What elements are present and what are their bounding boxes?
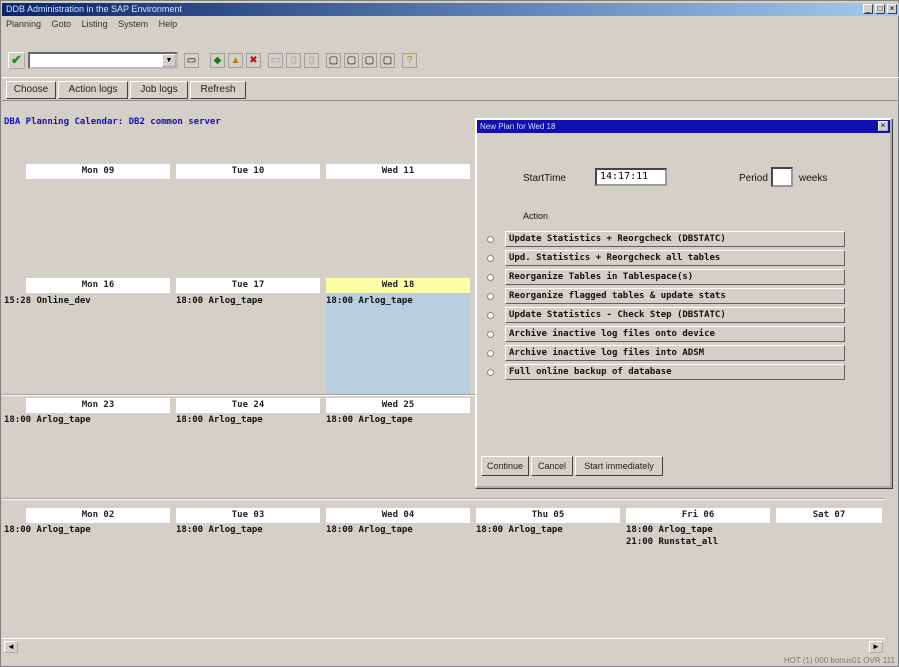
period-input[interactable] — [771, 167, 793, 187]
find-next-icon[interactable]: ▯ — [304, 53, 319, 68]
choose-button[interactable]: Choose — [6, 81, 56, 99]
menu-listing[interactable]: Listing — [82, 19, 108, 29]
action-radio[interactable] — [487, 236, 494, 243]
scroll-left-icon[interactable]: ◄ — [4, 641, 18, 653]
action-option-update-stats-reorgcheck[interactable]: Update Statistics + Reorgcheck (DBSTATC) — [505, 231, 845, 247]
selected-day-area[interactable] — [326, 294, 470, 394]
chevron-down-icon[interactable]: ▼ — [162, 54, 176, 67]
refresh-button[interactable]: Refresh — [190, 81, 246, 99]
day-header-wed-11[interactable]: Wed 11 — [326, 164, 470, 179]
previous-page-icon[interactable]: ▢ — [344, 53, 359, 68]
action-radio[interactable] — [487, 331, 494, 338]
save-icon[interactable]: ▭ — [184, 53, 199, 68]
scroll-right-icon[interactable]: ► — [869, 641, 883, 653]
calendar-entry[interactable]: 21:00 Runstat_all — [626, 536, 718, 548]
print-icon[interactable]: ▭ — [268, 53, 283, 68]
minimize-button[interactable]: _ — [863, 4, 873, 14]
calendar-entry[interactable]: 18:00 Arlog_tape — [176, 295, 263, 307]
day-header-wed-18[interactable]: Wed 18 — [326, 278, 470, 293]
horizontal-scrollbar[interactable]: ◄ ► — [2, 638, 885, 653]
page-title: DBA Planning Calendar: DB2 common server — [4, 117, 221, 127]
day-header-mon-02[interactable]: Mon 02 — [26, 508, 170, 523]
application-toolbar: Choose Action logs Job logs Refresh — [2, 77, 899, 101]
status-bar: HOT (1) 000 bonus01 OVR 111 — [2, 654, 899, 667]
maximize-button[interactable]: □ — [875, 4, 885, 14]
calendar-entry[interactable]: 18:00 Arlog_tape — [176, 414, 263, 426]
title-bar: DDB Administration in the SAP Environmen… — [2, 3, 899, 16]
close-button[interactable]: × — [887, 4, 897, 14]
close-icon[interactable]: × — [878, 121, 888, 131]
day-header-mon-23[interactable]: Mon 23 — [26, 398, 170, 413]
calendar-entry[interactable]: 18:00 Arlog_tape — [176, 524, 263, 536]
action-option-archive-adsm[interactable]: Archive inactive log files into ADSM — [505, 345, 845, 361]
calendar-entry[interactable]: 15:28 Online_dev — [4, 295, 91, 307]
period-unit-label: weeks — [799, 173, 828, 184]
day-header-wed-04[interactable]: Wed 04 — [326, 508, 470, 523]
continue-button[interactable]: Continue — [481, 456, 529, 476]
week-divider — [2, 498, 885, 500]
action-option-archive-device[interactable]: Archive inactive log files onto device — [505, 326, 845, 342]
day-header-sat-07[interactable]: Sat 07 — [776, 508, 882, 523]
last-page-icon[interactable]: ▢ — [380, 53, 395, 68]
day-header-mon-16[interactable]: Mon 16 — [26, 278, 170, 293]
day-header-tue-03[interactable]: Tue 03 — [176, 508, 320, 523]
action-option-reorg-flagged[interactable]: Reorganize flagged tables & update stats — [505, 288, 845, 304]
start-time-label: StartTime — [523, 173, 566, 184]
start-time-input[interactable]: 14:17:11 — [595, 168, 667, 186]
calendar-entry[interactable]: 18:00 Arlog_tape — [326, 295, 413, 307]
dialog-title-bar: New Plan for Wed 18 × — [477, 120, 890, 133]
day-header-thu-05[interactable]: Thu 05 — [476, 508, 620, 523]
command-field[interactable]: ▼ — [28, 52, 178, 69]
calendar-entry[interactable]: 18:00 Arlog_tape — [326, 414, 413, 426]
action-option-update-stats-check-step[interactable]: Update Statistics - Check Step (DBSTATC) — [505, 307, 845, 323]
day-header-fri-06[interactable]: Fri 06 — [626, 508, 770, 523]
job-logs-button[interactable]: Job logs — [130, 81, 188, 99]
menu-system[interactable]: System — [118, 19, 148, 29]
system-info: HOT (1) 000 bonus01 OVR 111 — [783, 656, 895, 665]
calendar-entry[interactable]: 18:00 Arlog_tape — [4, 414, 91, 426]
find-icon[interactable]: ▯ — [286, 53, 301, 68]
action-radio[interactable] — [487, 312, 494, 319]
calendar-entry[interactable]: 18:00 Arlog_tape — [326, 524, 413, 536]
day-header-tue-24[interactable]: Tue 24 — [176, 398, 320, 413]
menu-bar: Planning Goto Listing System Help — [2, 17, 899, 31]
standard-toolbar: ✔ ▼ ▭ ◆ ▲ ✖ ▭ ▯ ▯ ▢ ▢ ▢ ▢ ? — [2, 33, 899, 75]
period-label: Period — [739, 173, 768, 184]
calendar-entry[interactable]: 18:00 Arlog_tape — [4, 524, 91, 536]
cancel-button[interactable]: Cancel — [531, 456, 573, 476]
menu-goto[interactable]: Goto — [52, 19, 72, 29]
start-immediately-button[interactable]: Start immediately — [575, 456, 663, 476]
next-page-icon[interactable]: ▢ — [362, 53, 377, 68]
day-header-wed-25[interactable]: Wed 25 — [326, 398, 470, 413]
day-header-mon-09[interactable]: Mon 09 — [26, 164, 170, 179]
menu-help[interactable]: Help — [159, 19, 178, 29]
enter-check-icon[interactable]: ✔ — [8, 52, 25, 69]
back-icon[interactable]: ◆ — [210, 53, 225, 68]
day-header-tue-10[interactable]: Tue 10 — [176, 164, 320, 179]
menu-planning[interactable]: Planning — [6, 19, 41, 29]
action-option-upd-stats-all-tables[interactable]: Upd. Statistics + Reorgcheck all tables — [505, 250, 845, 266]
action-option-full-online-backup[interactable]: Full online backup of database — [505, 364, 845, 380]
action-radio[interactable] — [487, 293, 494, 300]
action-logs-button[interactable]: Action logs — [58, 81, 128, 99]
new-plan-dialog: New Plan for Wed 18 × StartTime 14:17:11… — [475, 118, 892, 488]
window-title: DDB Administration in the SAP Environmen… — [6, 4, 182, 14]
action-radio[interactable] — [487, 255, 494, 262]
help-icon[interactable]: ? — [402, 53, 417, 68]
exit-icon[interactable]: ▲ — [228, 53, 243, 68]
action-group-label: Action — [523, 211, 549, 221]
action-radio[interactable] — [487, 350, 494, 357]
action-option-reorg-tablespace[interactable]: Reorganize Tables in Tablespace(s) — [505, 269, 845, 285]
first-page-icon[interactable]: ▢ — [326, 53, 341, 68]
sap-window: DDB Administration in the SAP Environmen… — [0, 0, 899, 667]
action-radio[interactable] — [487, 274, 494, 281]
calendar-entry[interactable]: 18:00 Arlog_tape — [626, 524, 713, 536]
dialog-title: New Plan for Wed 18 — [480, 122, 556, 131]
calendar-entry[interactable]: 18:00 Arlog_tape — [476, 524, 563, 536]
cancel-icon[interactable]: ✖ — [246, 53, 261, 68]
action-radio[interactable] — [487, 369, 494, 376]
day-header-tue-17[interactable]: Tue 17 — [176, 278, 320, 293]
